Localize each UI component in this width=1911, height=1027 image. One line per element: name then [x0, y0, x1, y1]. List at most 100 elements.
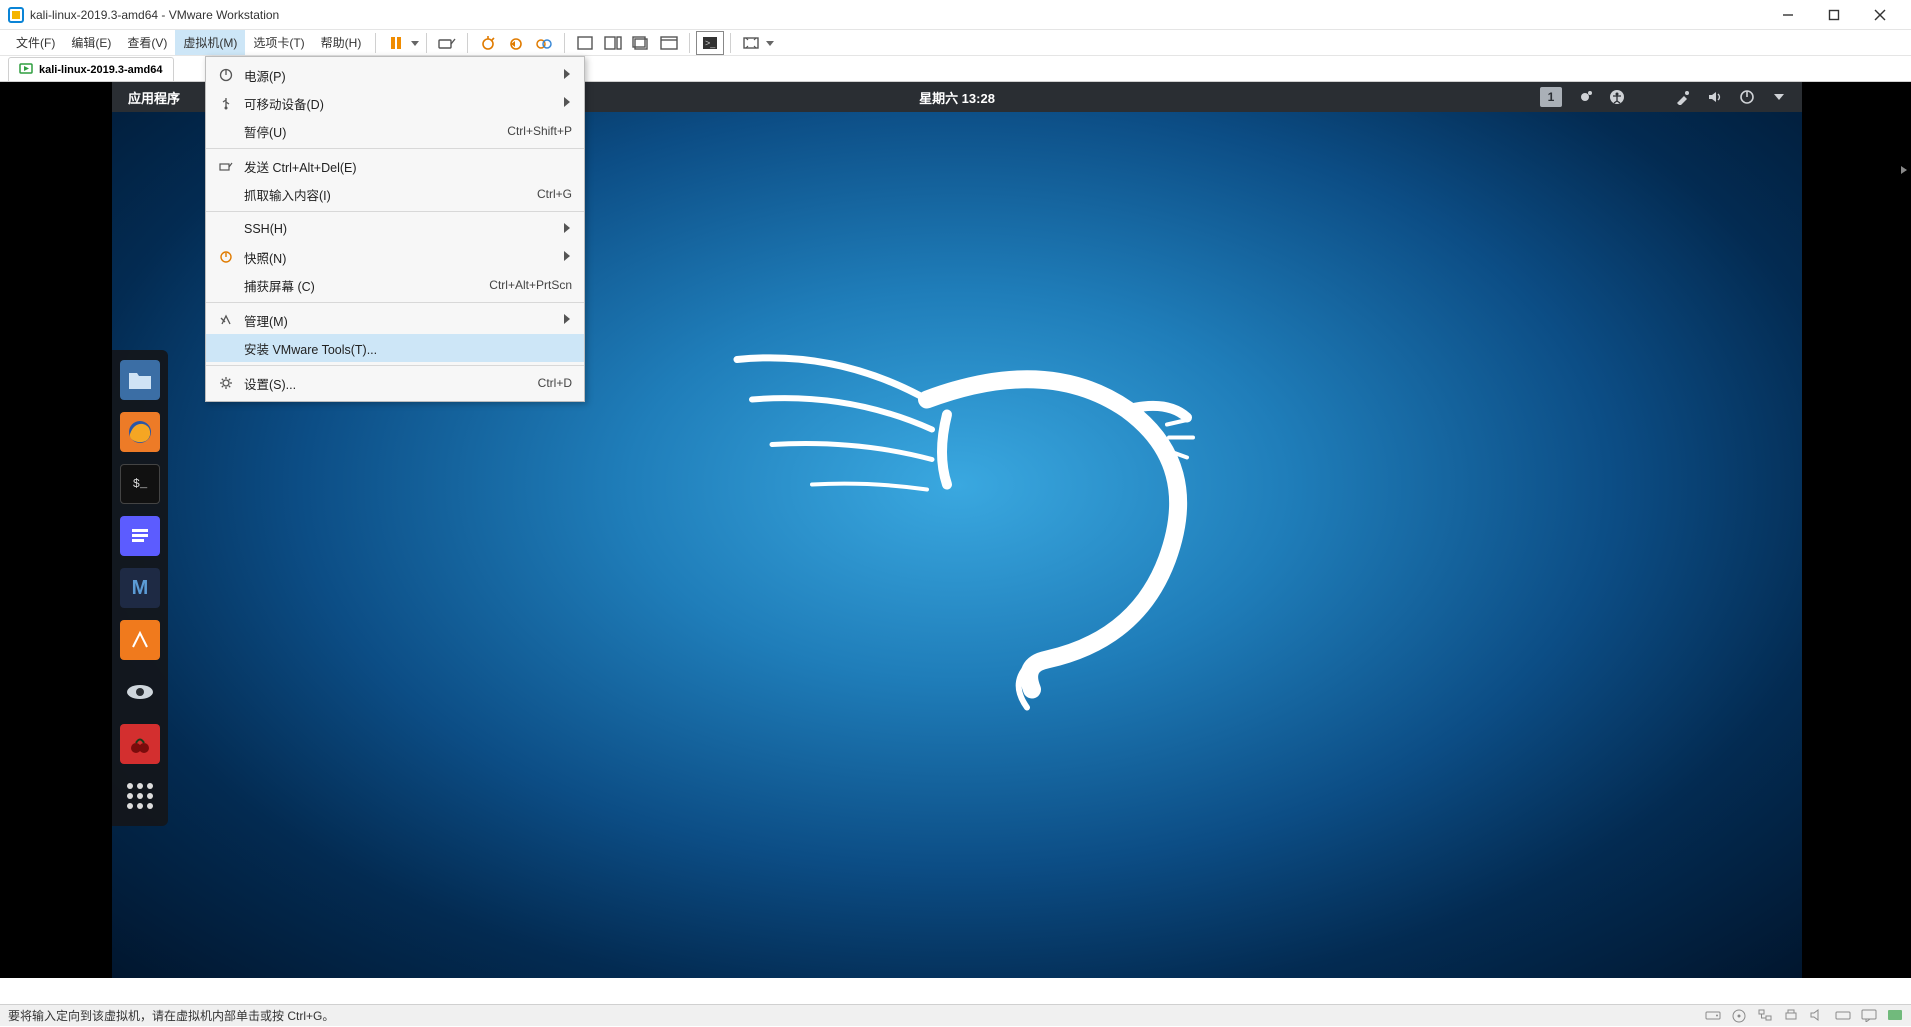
kali-dock: $_ M: [112, 350, 168, 826]
snapshot-revert-button[interactable]: [502, 31, 530, 55]
submenu-arrow-icon: [564, 222, 572, 236]
dock-editor[interactable]: [120, 516, 160, 556]
menu-item-label: SSH(H): [244, 222, 564, 236]
menu-file[interactable]: 文件(F): [8, 30, 63, 55]
menu-item[interactable]: 安装 VMware Tools(T)...: [206, 334, 584, 362]
kali-logo: [697, 300, 1217, 725]
statusbar-hint: 要将输入定向到该虚拟机，请在虚拟机内部单击或按 Ctrl+G。: [8, 1007, 334, 1024]
power-icon: [216, 68, 236, 82]
dock-zenmap[interactable]: [120, 672, 160, 712]
separator: [467, 33, 468, 53]
tray-network-icon[interactable]: [1757, 1008, 1773, 1024]
fullscreen-button[interactable]: [655, 31, 683, 55]
snapshot-take-button[interactable]: [474, 31, 502, 55]
menu-view[interactable]: 查看(V): [119, 30, 175, 55]
menu-separator: [206, 365, 584, 366]
gear-icon: [216, 376, 236, 390]
minimize-button[interactable]: [1765, 0, 1811, 30]
vm-menu-dropdown: 电源(P)可移动设备(D)暂停(U)Ctrl+Shift+P发送 Ctrl+Al…: [205, 56, 585, 402]
tray-vm-running-icon[interactable]: [1887, 1008, 1903, 1024]
menu-separator: [206, 302, 584, 303]
power-dropdown[interactable]: [410, 31, 420, 55]
vmware-icon: [8, 7, 24, 23]
kali-apps-menu[interactable]: 应用程序: [112, 88, 196, 107]
menu-item[interactable]: 抓取输入内容(I)Ctrl+G: [206, 180, 584, 208]
tray-cd-icon[interactable]: [1731, 1008, 1747, 1024]
kali-clock[interactable]: 星期六 13:28: [919, 88, 995, 107]
multi-window-button[interactable]: [599, 31, 627, 55]
console-button[interactable]: >_: [696, 31, 724, 55]
menu-item-label: 捕获屏幕 (C): [244, 276, 489, 295]
dock-metasploit[interactable]: M: [120, 568, 160, 608]
separator: [730, 33, 731, 53]
pause-button[interactable]: [382, 31, 410, 55]
snapshot-manager-button[interactable]: [530, 31, 558, 55]
power-icon[interactable]: [1738, 88, 1756, 106]
window-title: kali-linux-2019.3-amd64 - VMware Worksta…: [30, 8, 1765, 22]
dock-firefox[interactable]: [120, 412, 160, 452]
menu-item-shortcut: Ctrl+Shift+P: [507, 124, 572, 138]
tray-hdd-icon[interactable]: [1705, 1008, 1721, 1024]
snapshot-icon: [216, 250, 236, 264]
menu-item-label: 管理(M): [244, 311, 564, 330]
menu-item-label: 暂停(U): [244, 122, 507, 141]
dock-burp[interactable]: [120, 620, 160, 660]
menu-item[interactable]: 捕获屏幕 (C)Ctrl+Alt+PrtScn: [206, 271, 584, 299]
vm-tab-icon: [19, 61, 33, 78]
menu-item[interactable]: 设置(S)...Ctrl+D: [206, 369, 584, 397]
menu-item-label: 设置(S)...: [244, 374, 538, 393]
send-cad-button[interactable]: [433, 31, 461, 55]
menu-item-label: 安装 VMware Tools(T)...: [244, 339, 572, 358]
maximize-button[interactable]: [1811, 0, 1857, 30]
separator: [689, 33, 690, 53]
separator: [564, 33, 565, 53]
submenu-arrow-icon: [564, 313, 572, 327]
menu-item[interactable]: 发送 Ctrl+Alt+Del(E): [206, 152, 584, 180]
menu-edit[interactable]: 编辑(E): [63, 30, 119, 55]
stretch-dropdown[interactable]: [765, 31, 775, 55]
stretch-button[interactable]: [737, 31, 765, 55]
menu-item[interactable]: 暂停(U)Ctrl+Shift+P: [206, 117, 584, 145]
submenu-arrow-icon: [564, 68, 572, 82]
unity-button[interactable]: [627, 31, 655, 55]
menu-item-label: 发送 Ctrl+Alt+Del(E): [244, 157, 572, 176]
menubar: 文件(F) 编辑(E) 查看(V) 虚拟机(M) 选项卡(T) 帮助(H) >_: [0, 30, 1911, 56]
menu-vm[interactable]: 虚拟机(M): [175, 30, 245, 55]
tweak-icon[interactable]: [1674, 88, 1692, 106]
window-titlebar: kali-linux-2019.3-amd64 - VMware Worksta…: [0, 0, 1911, 30]
single-window-button[interactable]: [571, 31, 599, 55]
separator: [426, 33, 427, 53]
chevron-down-icon[interactable]: [1770, 88, 1788, 106]
menu-item[interactable]: 管理(M): [206, 306, 584, 334]
menu-item[interactable]: 快照(N): [206, 243, 584, 271]
tray-printer-icon[interactable]: [1783, 1008, 1799, 1024]
menu-separator: [206, 211, 584, 212]
vm-tab[interactable]: kali-linux-2019.3-amd64: [8, 57, 174, 81]
menu-item-label: 电源(P): [244, 66, 564, 85]
tray-sound-icon[interactable]: [1809, 1008, 1825, 1024]
svg-text:>_: >_: [705, 38, 716, 48]
menu-item[interactable]: 电源(P): [206, 61, 584, 89]
menu-tabs[interactable]: 选项卡(T): [245, 30, 312, 55]
tray-message-icon[interactable]: [1861, 1008, 1877, 1024]
workspace-badge[interactable]: 1: [1540, 87, 1562, 107]
guest-resize-handle[interactable]: [1901, 162, 1911, 178]
volume-icon[interactable]: [1706, 88, 1724, 106]
menu-item[interactable]: SSH(H): [206, 215, 584, 243]
dock-cherrytree[interactable]: [120, 724, 160, 764]
record-icon[interactable]: [1576, 88, 1594, 106]
close-button[interactable]: [1857, 0, 1903, 30]
tray-usb-icon[interactable]: [1835, 1008, 1851, 1024]
vm-tab-label: kali-linux-2019.3-amd64: [39, 64, 163, 76]
manage-icon: [216, 313, 236, 327]
dock-terminal[interactable]: $_: [120, 464, 160, 504]
usb-icon: [216, 96, 236, 110]
menu-item-shortcut: Ctrl+G: [537, 187, 572, 201]
accessibility-icon[interactable]: [1608, 88, 1626, 106]
dock-show-apps[interactable]: [120, 776, 160, 816]
menu-item-shortcut: Ctrl+D: [538, 376, 572, 390]
menu-item-label: 抓取输入内容(I): [244, 185, 537, 204]
menu-item[interactable]: 可移动设备(D): [206, 89, 584, 117]
dock-files[interactable]: [120, 360, 160, 400]
menu-help[interactable]: 帮助(H): [313, 30, 370, 55]
